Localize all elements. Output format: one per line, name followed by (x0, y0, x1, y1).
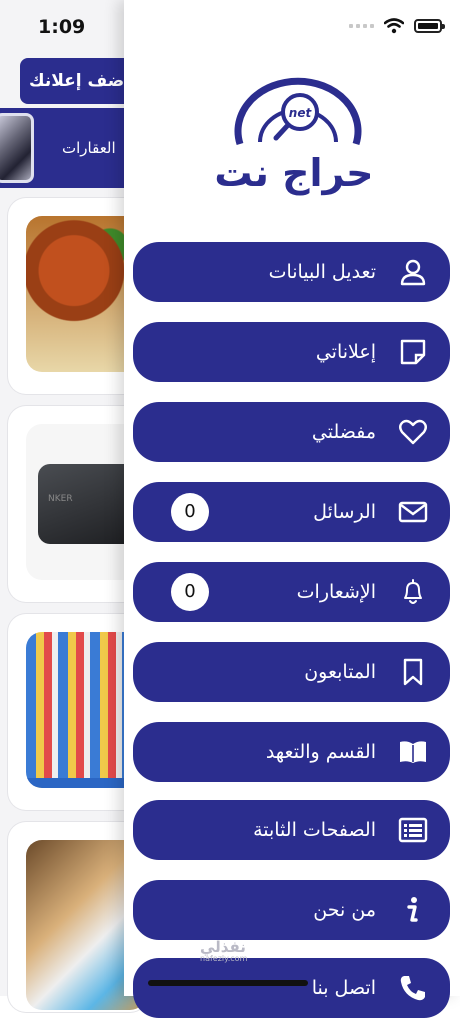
wifi-icon (384, 18, 404, 34)
app-logo: net حراج نت (204, 74, 384, 204)
menu-item-my-ads[interactable]: إعلاناتي (133, 322, 450, 382)
category-bar[interactable]: العقارات (0, 108, 124, 188)
status-icons (349, 18, 445, 34)
info-icon (407, 897, 418, 922)
status-time: 1:09 (38, 16, 86, 38)
side-drawer: net حراج نت تعديل البيانات إعلاناتي مفضل… (124, 0, 460, 1018)
list-icon (398, 817, 428, 843)
menu-item-oath-pledge[interactable]: القسم والتعهد (133, 722, 450, 782)
category-label: العقارات (62, 139, 116, 157)
battery-icon (414, 19, 445, 33)
category-thumbnail (0, 113, 34, 183)
menu-item-messages[interactable]: 0 الرسائل (133, 482, 450, 542)
menu-item-about-us[interactable]: من نحن (133, 880, 450, 940)
menu-item-favorites[interactable]: مفضلتي (133, 402, 450, 462)
user-icon (400, 259, 426, 286)
logo-text: حراج نت (214, 151, 373, 195)
menu-item-label: إعلاناتي (315, 341, 376, 363)
note-icon (400, 339, 426, 365)
menu-item-label: اتصل بنا (311, 977, 376, 999)
menu-item-notifications[interactable]: 0 الإشعارات (133, 562, 450, 622)
menu-item-label: تعديل البيانات (268, 261, 376, 283)
home-indicator (148, 980, 308, 986)
messages-count-badge: 0 (171, 493, 209, 531)
watermark: نفذلي nafezly.com (200, 938, 248, 963)
phone-icon (400, 976, 425, 1001)
logo-badge: net (289, 106, 313, 120)
menu-item-contact-us[interactable]: اتصل بنا (133, 958, 450, 1018)
menu-item-label: مفضلتي (311, 421, 376, 443)
notifications-count-badge: 0 (171, 573, 209, 611)
menu-item-followers[interactable]: المتابعون (133, 642, 450, 702)
bookmark-icon (403, 658, 423, 686)
book-icon (400, 741, 426, 763)
envelope-icon (398, 501, 428, 523)
menu-item-label: الصفحات الثابتة (253, 819, 376, 841)
bell-icon (404, 579, 422, 604)
heart-icon (399, 419, 427, 445)
menu-item-edit-profile[interactable]: تعديل البيانات (133, 242, 450, 302)
menu-item-label: المتابعون (304, 661, 376, 683)
signal-icon (349, 24, 374, 28)
menu-item-label: القسم والتعهد (265, 741, 376, 763)
menu-item-label: من نحن (313, 899, 376, 921)
add-ad-button[interactable]: أضف إعلانك (20, 58, 130, 104)
menu-item-static-pages[interactable]: الصفحات الثابتة (133, 800, 450, 860)
menu-item-label: الرسائل (313, 501, 376, 523)
menu-item-label: الإشعارات (296, 581, 376, 603)
